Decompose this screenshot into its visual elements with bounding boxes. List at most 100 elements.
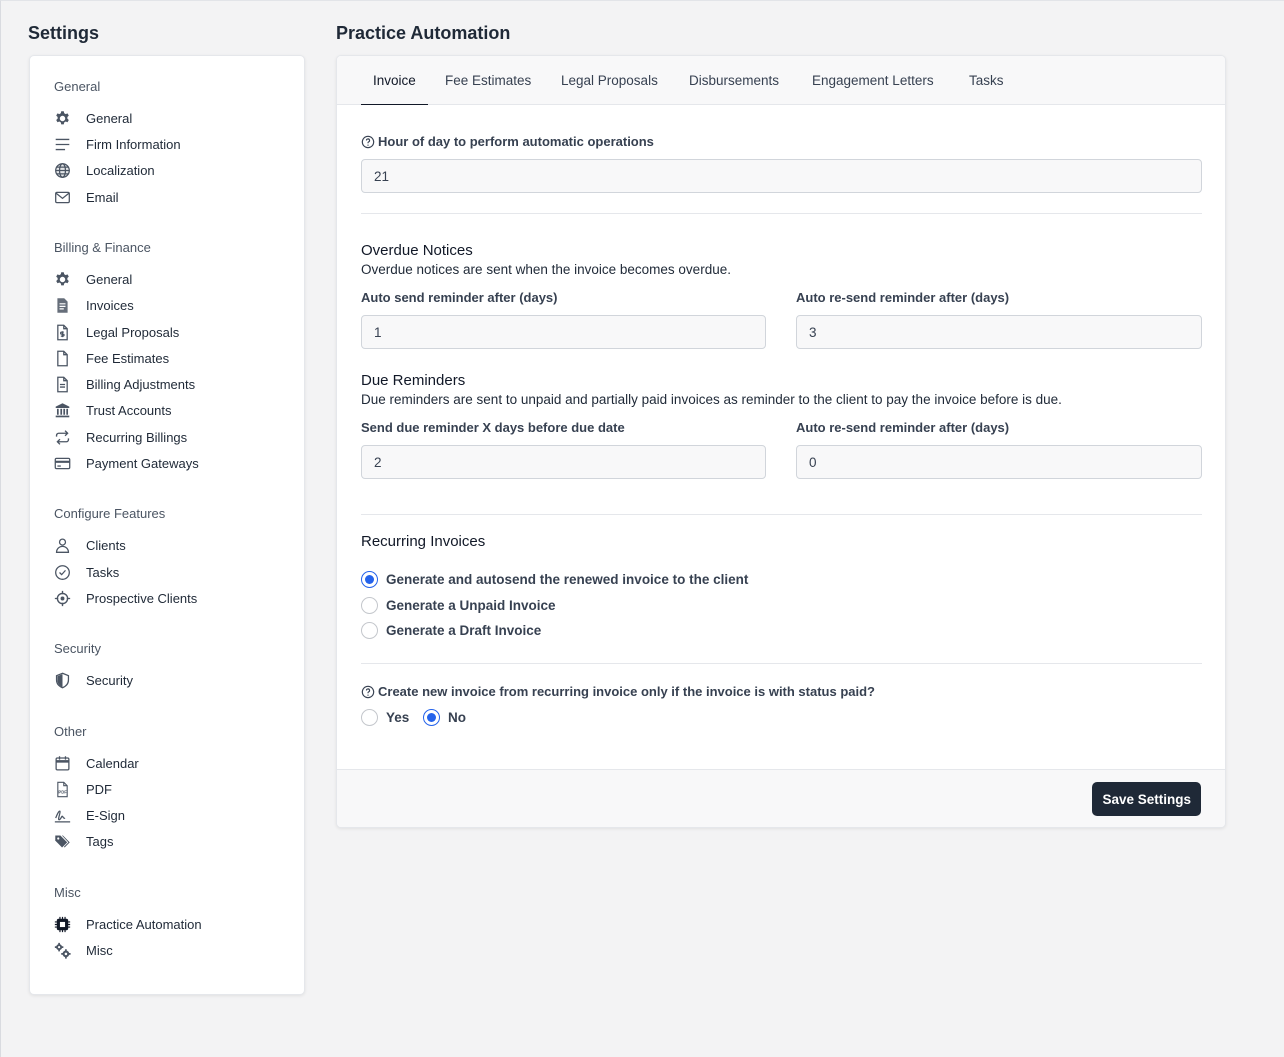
radio-label: Yes (386, 710, 410, 725)
tab-fee-estimates[interactable]: Fee Estimates (445, 56, 531, 105)
tags-icon (54, 832, 74, 850)
due-resend-label: Auto re-send reminder after (days) (796, 420, 1010, 435)
sidebar-item-tags[interactable]: Tags (54, 831, 113, 851)
envelope-icon (54, 188, 74, 206)
globe-icon (54, 161, 74, 179)
sidebar-item-calendar[interactable]: Calendar (54, 753, 139, 773)
group-title-general: General (54, 79, 101, 94)
file-icon (54, 349, 74, 367)
sidebar-item-label: PDF (86, 781, 112, 797)
sidebar-item-label: Tasks (86, 564, 120, 580)
check-circle-icon (54, 563, 74, 581)
sidebar-item-label: Clients (86, 537, 126, 553)
document-lines-icon (54, 375, 74, 393)
sidebar-item-pdf[interactable]: PDF PDF (54, 779, 112, 799)
radio-label: Generate and autosend the renewed invoic… (386, 572, 749, 587)
card-footer: Save Settings (337, 769, 1225, 827)
gear-icon (54, 270, 74, 288)
sidebar-item-label: E-Sign (86, 807, 126, 823)
crosshair-icon (54, 589, 74, 607)
sidebar-item-label: Trust Accounts (86, 402, 172, 418)
due-reminders-title: Due Reminders (361, 372, 466, 389)
overdue-send-label: Auto send reminder after (days) (361, 290, 558, 305)
radio-button[interactable] (361, 571, 378, 588)
sidebar-item-clients[interactable]: Clients (54, 535, 126, 555)
overdue-notices-description: Overdue notices are sent when the invoic… (361, 262, 731, 277)
overdue-send-input[interactable] (361, 315, 766, 349)
radio-yes[interactable]: Yes (361, 709, 409, 726)
due-send-label: Send due reminder X days before due date (361, 420, 625, 435)
document-dollar-icon (54, 323, 74, 341)
sidebar-item-security[interactable]: Security (54, 670, 133, 690)
sidebar-item-firm-information[interactable]: Firm Information (54, 134, 181, 154)
sidebar-item-label: Fee Estimates (86, 350, 170, 366)
recurring-invoices-title: Recurring Invoices (361, 533, 486, 550)
radio-option-unpaid[interactable]: Generate a Unpaid Invoice (361, 597, 556, 614)
sidebar-item-label: General (86, 110, 133, 126)
question-circle-icon (361, 135, 375, 148)
sidebar-item-payment-gateways[interactable]: Payment Gateways (54, 453, 199, 473)
sidebar-item-label: Practice Automation (86, 916, 202, 932)
sidebar-item-localization[interactable]: Localization (54, 160, 155, 180)
paid-only-label-text: Create new invoice from recurring invoic… (378, 684, 876, 699)
due-reminders-description: Due reminders are sent to unpaid and par… (361, 392, 1062, 407)
group-title-misc: Misc (54, 885, 81, 900)
divider (361, 663, 1202, 664)
due-send-input[interactable] (361, 445, 766, 479)
sidebar-item-trust-accounts[interactable]: Trust Accounts (54, 400, 172, 420)
group-title-configure-features: Configure Features (54, 506, 166, 521)
sidebar-item-label: Recurring Billings (86, 429, 188, 445)
due-resend-input[interactable] (796, 445, 1202, 479)
radio-button[interactable] (361, 622, 378, 639)
hour-input[interactable] (361, 159, 1202, 193)
radio-label: No (448, 710, 466, 725)
radio-button[interactable] (361, 597, 378, 614)
tab-invoice[interactable]: Invoice (361, 56, 428, 105)
sidebar-item-fee-estimates[interactable]: Fee Estimates (54, 348, 169, 368)
sidebar-item-tasks[interactable]: Tasks (54, 562, 119, 582)
question-circle-icon (361, 685, 375, 698)
hour-label: Hour of day to perform automatic operati… (361, 134, 654, 149)
signature-icon (54, 806, 74, 824)
radio-label: Generate a Unpaid Invoice (386, 598, 556, 613)
sidebar-item-label: Tags (86, 833, 114, 849)
sidebar-item-label: Email (86, 189, 119, 205)
radio-no[interactable]: No (423, 709, 466, 726)
overdue-resend-input[interactable] (796, 315, 1202, 349)
sidebar-item-prospective-clients[interactable]: Prospective Clients (54, 588, 197, 608)
sidebar-item-legal-proposals[interactable]: Legal Proposals (54, 322, 179, 342)
sidebar-item-label: General (86, 271, 133, 287)
sidebar-item-practice-automation[interactable]: Practice Automation (54, 914, 202, 934)
radio-button[interactable] (361, 709, 378, 726)
tab-tasks[interactable]: Tasks (969, 56, 1004, 105)
sidebar-item-misc[interactable]: Misc (54, 940, 113, 960)
group-title-other: Other (54, 724, 87, 739)
radio-button[interactable] (423, 709, 440, 726)
tab-disbursements[interactable]: Disbursements (689, 56, 779, 105)
pdf-icon: PDF (54, 780, 74, 798)
sidebar-item-billing-general[interactable]: General (54, 269, 132, 289)
save-settings-button[interactable]: Save Settings (1092, 782, 1201, 816)
tab-engagement-letters[interactable]: Engagement Letters (812, 56, 934, 105)
radio-option-autosend[interactable]: Generate and autosend the renewed invoic… (361, 571, 748, 588)
radio-option-draft[interactable]: Generate a Draft Invoice (361, 622, 541, 639)
calendar-icon (54, 754, 74, 772)
overdue-resend-label: Auto re-send reminder after (days) (796, 290, 1010, 305)
settings-title: Settings (28, 23, 100, 43)
tab-bar: Invoice Fee Estimates Legal Proposals Di… (337, 56, 1225, 105)
chip-icon (54, 915, 74, 933)
svg-text:PDF: PDF (58, 789, 67, 794)
group-title-billing-finance: Billing & Finance (54, 240, 151, 255)
sidebar-item-recurring-billings[interactable]: Recurring Billings (54, 427, 187, 447)
lines-icon (54, 135, 74, 153)
sidebar-item-email[interactable]: Email (54, 187, 119, 207)
sidebar-item-billing-adjustments[interactable]: Billing Adjustments (54, 374, 195, 394)
tab-legal-proposals[interactable]: Legal Proposals (561, 56, 658, 105)
sidebar-item-e-sign[interactable]: E-Sign (54, 805, 125, 825)
invoice-icon (54, 296, 74, 314)
radio-label: Generate a Draft Invoice (386, 623, 542, 638)
sidebar-item-general[interactable]: General (54, 108, 132, 128)
sidebar-item-invoices[interactable]: Invoices (54, 295, 134, 315)
repeat-icon (54, 428, 74, 446)
sidebar-item-label: Localization (86, 162, 155, 178)
